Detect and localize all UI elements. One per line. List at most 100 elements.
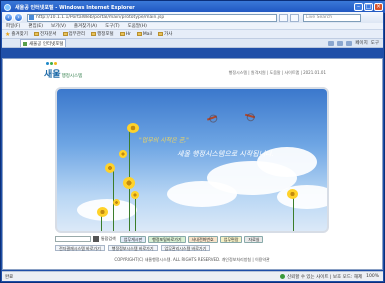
tab-portal[interactable]: 새울공 인터넷포털 [20, 39, 66, 47]
home-icon[interactable] [328, 40, 335, 46]
quick-bar: 통합검색 업무게시판 행정포털바로가기 사내전화번호 업무편람 자료실 [55, 235, 329, 243]
flower-icon [123, 177, 135, 189]
menu-edit[interactable]: 편집(E) [28, 23, 43, 29]
menu-bar: 파일(F) 편집(E) 보기(V) 즐겨찾기(A) 도구(T) 도움말(H) [2, 23, 383, 30]
tab-page-icon [23, 41, 27, 46]
flower-stem [135, 195, 136, 231]
logo-sub: 행정시스템 [61, 74, 83, 79]
flower-icon [105, 163, 115, 173]
favorite-label: Mail [142, 31, 153, 37]
command-bar: 페이지 도구 [328, 40, 383, 46]
menu-tools[interactable]: 도구(T) [105, 23, 120, 29]
page-menu[interactable]: 페이지 [355, 40, 367, 46]
folder-icon [119, 32, 125, 36]
url-input[interactable]: http://10.1.1.1/PortalWeb/portal/main/pr… [27, 13, 277, 22]
favorites-button[interactable]: ★ 즐겨찾기 [5, 31, 28, 38]
menu-favorites[interactable]: 즐겨찾기(A) [74, 23, 97, 29]
favorite-item[interactable]: 행정포털 [91, 31, 114, 37]
favorite-item[interactable]: 가사 [158, 31, 172, 37]
menu-file[interactable]: 파일(F) [6, 23, 20, 29]
forward-icon[interactable]: › [14, 13, 23, 22]
flower-icon [131, 191, 139, 199]
favorites-bar: ★ 즐겨찾기 전자문서 업무관리 행정포털 Hr Mail 가사 [2, 30, 383, 39]
folder-icon [33, 32, 39, 36]
minimize-icon[interactable]: – [354, 3, 363, 11]
print-icon[interactable] [346, 40, 353, 46]
flower-icon [127, 123, 139, 133]
quick-button[interactable]: 행정포털바로가기 [148, 235, 186, 243]
site-search-input[interactable] [55, 236, 91, 242]
check-icon [279, 274, 285, 279]
flower-icon [113, 199, 120, 206]
cloud-shape [277, 185, 327, 209]
tab-bar: 새울공 인터넷포털 페이지 도구 [2, 39, 383, 48]
logo-dot [50, 62, 53, 65]
tab-label: 새울공 인터넷포털 [29, 41, 64, 47]
maximize-icon[interactable]: □ [364, 3, 373, 11]
site-logo[interactable]: 새울 행정시스템 [44, 62, 83, 80]
favorite-label: 업무관리 [68, 32, 86, 37]
status-text: 완료 [5, 274, 14, 280]
back-icon[interactable]: ‹ [4, 13, 13, 22]
logo-dot [54, 62, 57, 65]
status-bar: 완료 신뢰할 수 있는 사이트 | 보호 모드: 해제 100% [2, 271, 383, 281]
dragonfly-icon [244, 113, 256, 119]
banner-slogan-1: "업무의 시작은 곧," [139, 137, 189, 144]
star-icon: ★ [5, 30, 11, 38]
cloud-shape [167, 181, 237, 207]
favorite-item[interactable]: Hr [119, 31, 131, 37]
logo-main: 새울 [44, 70, 61, 80]
browser-chrome: ‹ › http://10.1.1.1/PortalWeb/portal/mai… [2, 12, 383, 48]
favorite-item[interactable]: 업무관리 [62, 31, 86, 37]
top-links[interactable]: 행정시스템 | 원격지원 | 도움말 | 사이트맵 | 2021.01.01 [229, 70, 326, 76]
system-link[interactable]: 업무관리시스템 바로가기 [160, 245, 211, 251]
favorite-item[interactable]: 전자문서 [33, 31, 57, 37]
folder-icon [158, 32, 164, 36]
stop-icon[interactable] [290, 13, 299, 22]
feeds-icon[interactable] [337, 40, 344, 46]
system-link[interactable]: 행정정보시스템 바로가기 [107, 245, 158, 251]
favorite-label: Hr [125, 31, 131, 37]
banner-slogan-2: 새울 행정시스템으로 시작됩니다. [177, 150, 274, 158]
favorite-label: 가사 [164, 32, 173, 37]
page-footer: COPYRIGHT(C) 새울행정시스템. ALL RIGHTS RESERVE… [114, 257, 270, 262]
zone-label: 신뢰할 수 있는 사이트 | 보호 모드: 해제 [286, 274, 363, 280]
favorites-label: 즐겨찾기 [11, 32, 28, 37]
flower-stem [293, 197, 294, 231]
page-content: 새울 행정시스템 행정시스템 | 원격지원 | 도움말 | 사이트맵 | 202… [2, 58, 383, 270]
flower-icon [97, 207, 108, 217]
logo-dots [46, 62, 57, 65]
flower-icon [119, 150, 127, 158]
favorite-item[interactable]: Mail [136, 31, 153, 37]
menu-view[interactable]: 보기(V) [51, 23, 66, 29]
flower-stem [101, 215, 102, 231]
security-zone[interactable]: 신뢰할 수 있는 사이트 | 보호 모드: 해제 [279, 274, 363, 280]
folder-icon [62, 32, 68, 36]
window-controls: – □ × [354, 3, 383, 11]
quick-button[interactable]: 업무게시판 [119, 235, 147, 243]
dragonfly-icon [206, 115, 218, 121]
ie-icon [4, 3, 11, 11]
favorite-label: 행정포털 [97, 32, 114, 37]
system-link[interactable]: 전자결재시스템 바로가기 [55, 245, 105, 251]
zoom-level[interactable]: 100% [366, 274, 383, 279]
quick-button[interactable]: 업무편람 [219, 235, 243, 243]
folder-icon [91, 32, 97, 36]
quick-button[interactable]: 자료실 [244, 235, 264, 243]
page-icon [29, 15, 34, 20]
flower-icon [287, 189, 298, 199]
site-search-label: 통합검색 [101, 236, 116, 241]
window-title: 새울공 인터넷포털 - Windows Internet Explorer [15, 4, 135, 11]
favorite-label: 전자문서 [39, 32, 57, 37]
logo-dot [46, 62, 49, 65]
url-text: http://10.1.1.1/PortalWeb/portal/main/pr… [36, 15, 165, 20]
menu-help[interactable]: 도움말(H) [128, 23, 147, 29]
tools-menu[interactable]: 도구 [371, 40, 379, 46]
quick-button[interactable]: 사내전화번호 [187, 235, 218, 243]
search-input[interactable]: Live Search [303, 13, 361, 22]
folder-icon [136, 32, 142, 36]
refresh-icon[interactable] [279, 13, 288, 22]
close-icon[interactable]: × [374, 3, 383, 11]
site-search-button[interactable] [93, 236, 99, 242]
address-bar: ‹ › http://10.1.1.1/PortalWeb/portal/mai… [2, 12, 383, 23]
